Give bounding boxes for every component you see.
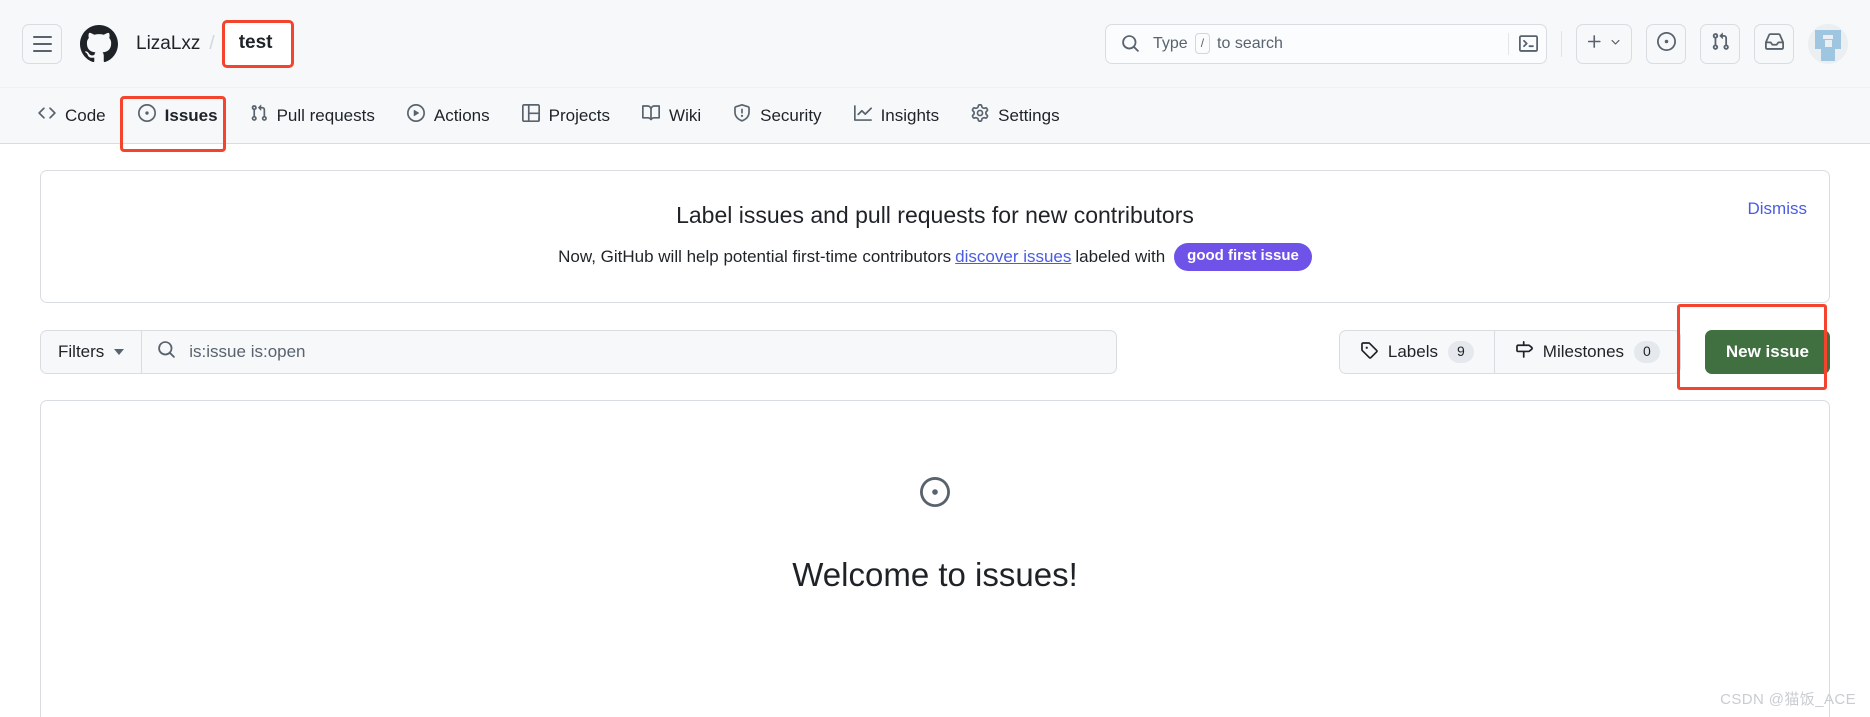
banner-subtitle: Now, GitHub will help potential first-ti… xyxy=(558,243,1312,271)
github-issues-page: LizaLxz / test Type / to search Code Iss… xyxy=(0,0,1870,717)
chevron-down-icon xyxy=(1609,35,1622,53)
table-icon xyxy=(521,104,540,127)
header-divider xyxy=(1561,30,1562,57)
github-logo-icon[interactable] xyxy=(80,24,118,63)
new-issue-button[interactable]: New issue xyxy=(1704,330,1830,374)
plus-icon xyxy=(1586,33,1603,55)
chevron-down-icon xyxy=(114,349,125,355)
milestones-label: Milestones xyxy=(1542,342,1625,361)
issue-opened-icon xyxy=(920,477,950,512)
repo-nav-label: Issues xyxy=(164,105,218,125)
banner-title: Label issues and pull requests for new c… xyxy=(676,202,1194,229)
inbox-icon xyxy=(1764,32,1784,56)
breadcrumb-owner[interactable]: LizaLxz xyxy=(136,33,200,55)
labels-count: 9 xyxy=(1447,341,1474,363)
repo-name-highlight: test xyxy=(221,19,294,68)
new-issue-container: New issue xyxy=(1676,304,1830,390)
repo-nav-label: Code xyxy=(65,105,106,125)
milestone-icon xyxy=(1515,340,1533,364)
milestones-button[interactable]: Milestones 0 xyxy=(1493,331,1680,373)
watermark: CSDN @猫饭_ACE xyxy=(1720,691,1856,708)
repo-nav: Code Issues Pull requests Actions Projec… xyxy=(0,88,1870,152)
repo-nav-item-wiki[interactable]: Wiki xyxy=(626,98,717,133)
repo-nav-item-code[interactable]: Code xyxy=(22,98,122,133)
repo-nav-item-settings[interactable]: Settings xyxy=(955,98,1075,133)
hamburger-icon[interactable] xyxy=(22,23,62,64)
dismiss-banner-link[interactable]: Dismiss xyxy=(1748,199,1808,219)
issue-opened-icon xyxy=(1656,31,1676,56)
global-search-placeholder: Type / to search xyxy=(1153,33,1283,54)
repo-nav-label: Security xyxy=(760,105,822,125)
hamburger-bar xyxy=(32,49,52,52)
labels-milestones-group: Labels 9 Milestones 0 xyxy=(1338,330,1681,374)
issues-search-value: is:issue is:open xyxy=(189,342,306,361)
notifications-inbox-button[interactable] xyxy=(1754,23,1794,64)
git-pull-request-icon xyxy=(250,104,268,127)
repo-nav-item-insights[interactable]: Insights xyxy=(838,98,956,133)
search-placeholder-prefix: Type xyxy=(1153,34,1188,52)
avatar[interactable] xyxy=(1808,23,1848,64)
hamburger-bar xyxy=(32,35,52,38)
milestones-count: 0 xyxy=(1634,341,1660,363)
gear-icon xyxy=(971,104,989,127)
hamburger-bar xyxy=(32,42,52,45)
breadcrumb: LizaLxz / test xyxy=(136,19,294,68)
empty-state-title: Welcome to issues! xyxy=(792,556,1078,593)
issue-opened-icon xyxy=(137,104,156,127)
issues-search-input[interactable]: is:issue is:open xyxy=(141,330,1118,374)
create-new-button[interactable] xyxy=(1576,23,1632,64)
repo-nav-item-actions[interactable]: Actions xyxy=(391,98,506,133)
repo-nav-item-issues[interactable]: Issues xyxy=(122,98,234,133)
repo-nav-item-pull-requests[interactable]: Pull requests xyxy=(234,98,391,133)
play-icon xyxy=(406,104,425,127)
search-kbd-slash: / xyxy=(1194,33,1211,54)
search-placeholder-suffix: to search xyxy=(1217,34,1283,52)
good-first-issue-label[interactable]: good first issue xyxy=(1174,243,1312,271)
tag-icon xyxy=(1360,341,1378,364)
shield-icon xyxy=(733,104,751,127)
discover-issues-link[interactable]: discover issues xyxy=(955,247,1071,267)
breadcrumb-separator: / xyxy=(209,32,215,54)
issues-filter-bar: Filters is:issue is:open Labels 9 Milest… xyxy=(40,304,1830,390)
git-pull-request-icon xyxy=(1711,32,1730,56)
labels-label: Labels xyxy=(1387,342,1438,361)
repo-nav-label: Insights xyxy=(880,105,940,125)
main-content: Label issues and pull requests for new c… xyxy=(0,170,1870,717)
filter-bar-right: Labels 9 Milestones 0 New issue xyxy=(1338,304,1830,390)
search-icon xyxy=(1121,34,1140,53)
repo-nav-label: Actions xyxy=(433,105,490,125)
code-icon xyxy=(38,104,56,127)
header-actions: Type / to search xyxy=(1105,23,1848,64)
repo-nav-item-security[interactable]: Security xyxy=(717,98,837,133)
terminal-icon[interactable] xyxy=(1508,32,1538,55)
filters-dropdown-button[interactable]: Filters xyxy=(40,330,142,374)
repo-nav-label: Projects xyxy=(548,105,611,125)
repo-nav-label: Settings xyxy=(998,105,1060,125)
breadcrumb-repo[interactable]: test xyxy=(239,32,273,54)
app-header: LizaLxz / test Type / to search xyxy=(0,0,1870,88)
repo-nav-label: Wiki xyxy=(669,105,702,125)
labels-button[interactable]: Labels 9 xyxy=(1340,331,1494,373)
repo-nav-label: Pull requests xyxy=(276,105,375,125)
book-icon xyxy=(642,104,661,127)
graph-icon xyxy=(853,104,872,127)
filters-label: Filters xyxy=(58,342,105,361)
global-search-input[interactable]: Type / to search xyxy=(1105,23,1547,64)
your-pull-requests-button[interactable] xyxy=(1700,23,1740,64)
your-issues-button[interactable] xyxy=(1646,23,1686,64)
banner-text-after: labeled with xyxy=(1075,247,1166,266)
issues-empty-state-panel: Welcome to issues! xyxy=(40,400,1830,717)
banner-text-before: Now, GitHub will help potential first-ti… xyxy=(558,247,952,266)
repo-nav-item-projects[interactable]: Projects xyxy=(506,98,626,133)
search-icon xyxy=(157,340,176,364)
good-first-issue-banner: Label issues and pull requests for new c… xyxy=(40,170,1830,303)
